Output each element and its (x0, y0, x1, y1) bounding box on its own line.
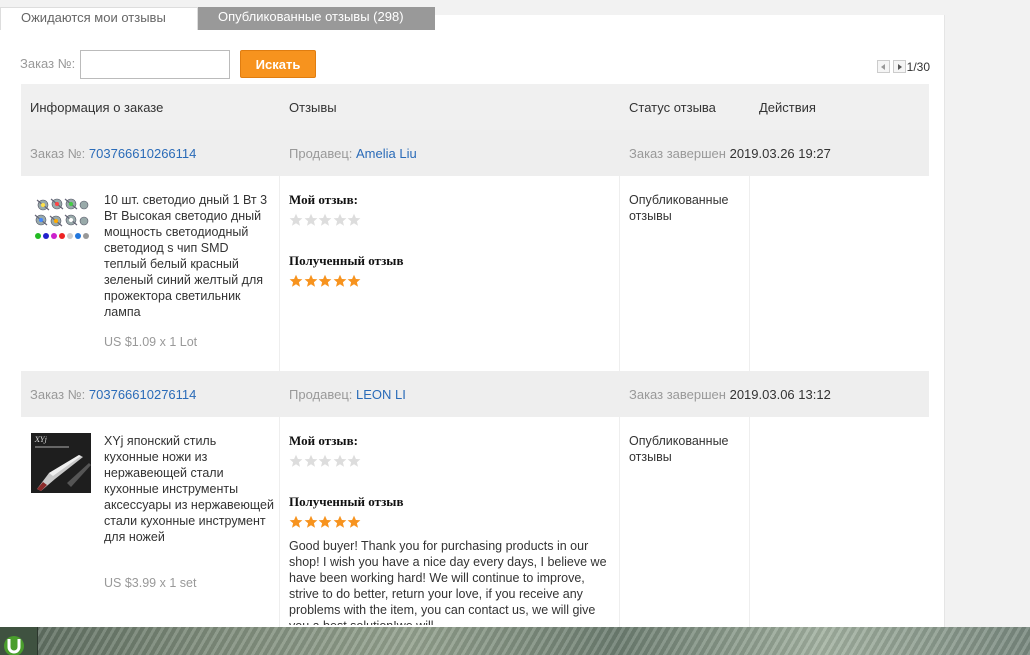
star-filled-icon (333, 515, 347, 529)
pager: 1/30 (876, 59, 930, 74)
tab-pending-reviews[interactable]: Ожидаются мои отзывы (0, 7, 198, 30)
utorrent-icon[interactable] (0, 627, 38, 655)
order-info-cell: XYj XYj японский стиль кухонные ножи из … (21, 417, 280, 627)
product-price: US $3.99 x 1 set (104, 576, 197, 590)
order-number-cell: Заказ №: 703766610276114 (30, 387, 196, 402)
order-header-row: Заказ №: 703766610266114 Продавец: Ameli… (21, 130, 929, 176)
order-number-input[interactable] (80, 50, 230, 79)
product-title-link[interactable]: XYj японский стиль кухонные ножи из нерж… (104, 433, 274, 545)
knife-product-image-icon: XYj (31, 433, 91, 493)
order-number-label: Заказ №: (20, 56, 76, 71)
orders-table: Информация о заказе Отзывы Статус отзыва… (21, 84, 929, 627)
chevron-right-icon (897, 64, 902, 71)
my-review-label: Мой отзыв: (289, 433, 358, 448)
order-header-row: Заказ №: 703766610276114 Продавец: LEON … (21, 371, 929, 417)
order-completed-cell: Заказ завершен 2019.03.26 19:27 (629, 146, 831, 161)
actions-cell (750, 176, 929, 371)
completed-date: 2019.03.06 13:12 (729, 387, 831, 402)
received-review-label: Полученный отзыв (289, 253, 404, 268)
header-review-status: Статус отзыва (629, 100, 716, 115)
utorrent-logo-icon (4, 636, 24, 655)
order-number-link[interactable]: 703766610266114 (89, 146, 197, 161)
completed-date: 2019.03.26 19:27 (729, 146, 831, 161)
desktop-taskbar (0, 627, 1030, 655)
my-rating-stars (289, 213, 362, 227)
search-row: Заказ №: Искать 1/30 (20, 50, 930, 80)
reviews-panel: Ожидаются мои отзывы Опубликованные отзы… (0, 7, 945, 655)
star-empty-icon (304, 454, 318, 468)
seller-link[interactable]: Amelia Liu (356, 146, 417, 161)
star-filled-icon (304, 515, 318, 529)
chevron-left-icon (880, 64, 885, 71)
order-body-row: XYj XYj японский стиль кухонные ножи из … (21, 417, 929, 627)
star-filled-icon (304, 274, 318, 288)
my-rating-stars (289, 454, 362, 468)
star-filled-icon (289, 274, 303, 288)
svg-text:XYj: XYj (34, 436, 48, 444)
received-rating-stars (289, 515, 362, 529)
header-order-info: Информация о заказе (30, 100, 164, 115)
star-filled-icon (347, 515, 361, 529)
star-empty-icon (289, 213, 303, 227)
order-number-link[interactable]: 703766610276114 (89, 387, 197, 402)
star-filled-icon (318, 274, 332, 288)
prev-page-button[interactable] (876, 60, 890, 74)
order-completed-cell: Заказ завершен 2019.03.06 13:12 (629, 387, 831, 402)
table-header: Информация о заказе Отзывы Статус отзыва… (21, 84, 929, 130)
review-status-cell: Опубликованные отзывы (620, 176, 750, 371)
seller-cell: Продавец: Amelia Liu (289, 146, 417, 161)
my-review-label: Мой отзыв: (289, 192, 358, 207)
star-empty-icon (318, 454, 332, 468)
search-button[interactable]: Искать (240, 50, 316, 78)
header-actions: Действия (759, 100, 816, 115)
seller-cell: Продавец: LEON LI (289, 387, 406, 402)
star-filled-icon (289, 515, 303, 529)
order-label: Заказ №: (30, 146, 86, 161)
star-empty-icon (347, 213, 361, 227)
product-price: US $1.09 x 1 Lot (104, 335, 198, 349)
star-empty-icon (318, 213, 332, 227)
completed-label: Заказ завершен (629, 387, 726, 402)
order-number-cell: Заказ №: 703766610266114 (30, 146, 196, 161)
tab-bar: Ожидаются мои отзывы Опубликованные отзы… (0, 7, 945, 30)
seller-label: Продавец: (289, 387, 353, 402)
order-label: Заказ №: (30, 387, 86, 402)
seller-link[interactable]: LEON LI (356, 387, 406, 402)
star-empty-icon (304, 213, 318, 227)
led-product-image-icon (34, 198, 89, 239)
product-thumbnail[interactable] (31, 192, 91, 252)
order-body-row: 10 шт. светодио дный 1 Вт 3 Вт Высокая с… (21, 176, 929, 371)
actions-cell (750, 417, 929, 627)
order-info-cell: 10 шт. светодио дный 1 Вт 3 Вт Высокая с… (21, 176, 280, 371)
review-status-text: Опубликованные отзывы (629, 193, 729, 223)
star-empty-icon (347, 454, 361, 468)
tab-published-reviews[interactable]: Опубликованные отзывы (298) (198, 7, 435, 30)
received-rating-stars (289, 274, 362, 288)
completed-label: Заказ завершен (629, 146, 726, 161)
page-indicator: 1/30 (906, 59, 930, 74)
star-filled-icon (318, 515, 332, 529)
reviews-cell: Мой отзыв: Полученный отзыв (280, 176, 620, 371)
header-reviews: Отзывы (289, 100, 337, 115)
star-filled-icon (333, 274, 347, 288)
seller-label: Продавец: (289, 146, 353, 161)
reviews-cell: Мой отзыв: Полученный отзыв Good buyer! … (280, 417, 620, 627)
star-empty-icon (333, 454, 347, 468)
product-thumbnail[interactable]: XYj (31, 433, 91, 493)
star-filled-icon (347, 274, 361, 288)
review-status-cell: Опубликованные отзывы (620, 417, 750, 627)
received-review-text: Good buyer! Thank you for purchasing pro… (289, 539, 607, 625)
product-title-link[interactable]: 10 шт. светодио дный 1 Вт 3 Вт Высокая с… (104, 192, 274, 320)
star-empty-icon (333, 213, 347, 227)
next-page-button[interactable] (892, 60, 906, 74)
review-status-text: Опубликованные отзывы (629, 434, 729, 464)
star-empty-icon (289, 454, 303, 468)
received-review-label: Полученный отзыв (289, 494, 404, 509)
